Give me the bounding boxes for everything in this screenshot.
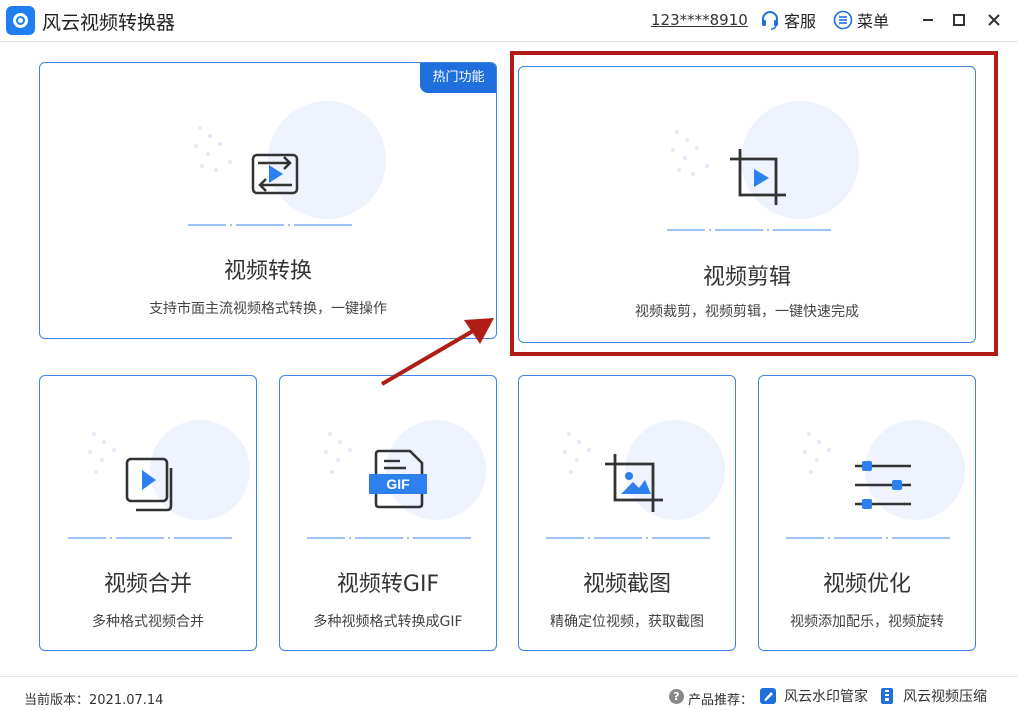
card-video-screenshot[interactable]: 视频截图 精确定位视频，获取截图 (518, 375, 736, 651)
card-video-merge[interactable]: 视频合并 多种格式视频合并 (39, 375, 257, 651)
customer-service-label: 客服 (784, 12, 817, 31)
version-text: 当前版本：2021.07.14 (24, 693, 164, 708)
compress-app-icon (881, 688, 893, 704)
account-link[interactable]: 123****8910 (651, 11, 748, 29)
question-icon[interactable]: ? (669, 689, 684, 704)
app-title: 风云视频转换器 (42, 12, 176, 34)
card-description: 视频裁剪，视频剪辑，一键快速完成 (635, 304, 859, 320)
menu-icon (833, 10, 853, 30)
card-title: 视频剪辑 (702, 265, 791, 290)
gif-icon-text: GIF (386, 476, 410, 492)
card-description: 视频添加配乐，视频旋转 (790, 614, 944, 630)
card-title: 视频截图 (582, 572, 671, 597)
crop-icon (730, 149, 786, 205)
menu-label: 菜单 (857, 12, 890, 31)
recommend-item-label: 风云水印管家 (784, 689, 868, 705)
card-video-optimize[interactable]: 视频优化 视频添加配乐，视频旋转 (758, 375, 976, 651)
recommend-label: 产品推荐： (688, 693, 754, 708)
card-video-convert[interactable]: 视频转换 支持市面主流视频格式转换，一键操作 热门功能 (39, 62, 497, 339)
close-icon[interactable] (984, 10, 1004, 30)
card-description: 多种格式视频合并 (92, 614, 204, 630)
card-title: 视频转GIF (336, 572, 440, 597)
title-bar: 风云视频转换器 123****8910 客服 菜单 (0, 0, 1018, 42)
card-video-to-gif[interactable]: GIF 视频转GIF 多种视频格式转换成GIF (279, 375, 497, 651)
card-description: 精确定位视频，获取截图 (550, 614, 704, 630)
card-description: 支持市面主流视频格式转换，一键操作 (149, 301, 387, 317)
hot-feature-badge: 热门功能 (420, 63, 496, 93)
merge-icon (125, 457, 173, 512)
gif-file-icon: GIF (369, 449, 427, 509)
customer-service-button[interactable]: 客服 (760, 8, 816, 32)
card-description: 多种视频格式转换成GIF (313, 614, 463, 630)
headset-icon (762, 11, 778, 30)
convert-icon (251, 153, 299, 195)
recommend-compress-app[interactable]: 风云视频压缩 (878, 686, 987, 706)
maximize-icon[interactable] (949, 10, 969, 30)
footer-bar: 当前版本：2021.07.14 ? 产品推荐： 风云水印管家 风云视频压缩 (0, 676, 1018, 710)
card-title: 视频优化 (822, 572, 911, 597)
card-title: 视频转换 (223, 259, 312, 284)
recommend-item-label: 风云视频压缩 (903, 689, 987, 705)
card-title: 视频合并 (103, 572, 192, 597)
equalizer-icon (855, 461, 911, 509)
card-video-edit[interactable]: 视频剪辑 视频裁剪，视频剪辑，一键快速完成 (518, 66, 976, 343)
recommend-watermark-app[interactable]: 风云水印管家 (759, 686, 868, 706)
minimize-icon[interactable] (918, 10, 938, 30)
screenshot-icon (605, 454, 663, 512)
app-logo-icon (6, 6, 35, 35)
watermark-app-icon (760, 688, 776, 704)
menu-button[interactable]: 菜单 (833, 8, 889, 32)
